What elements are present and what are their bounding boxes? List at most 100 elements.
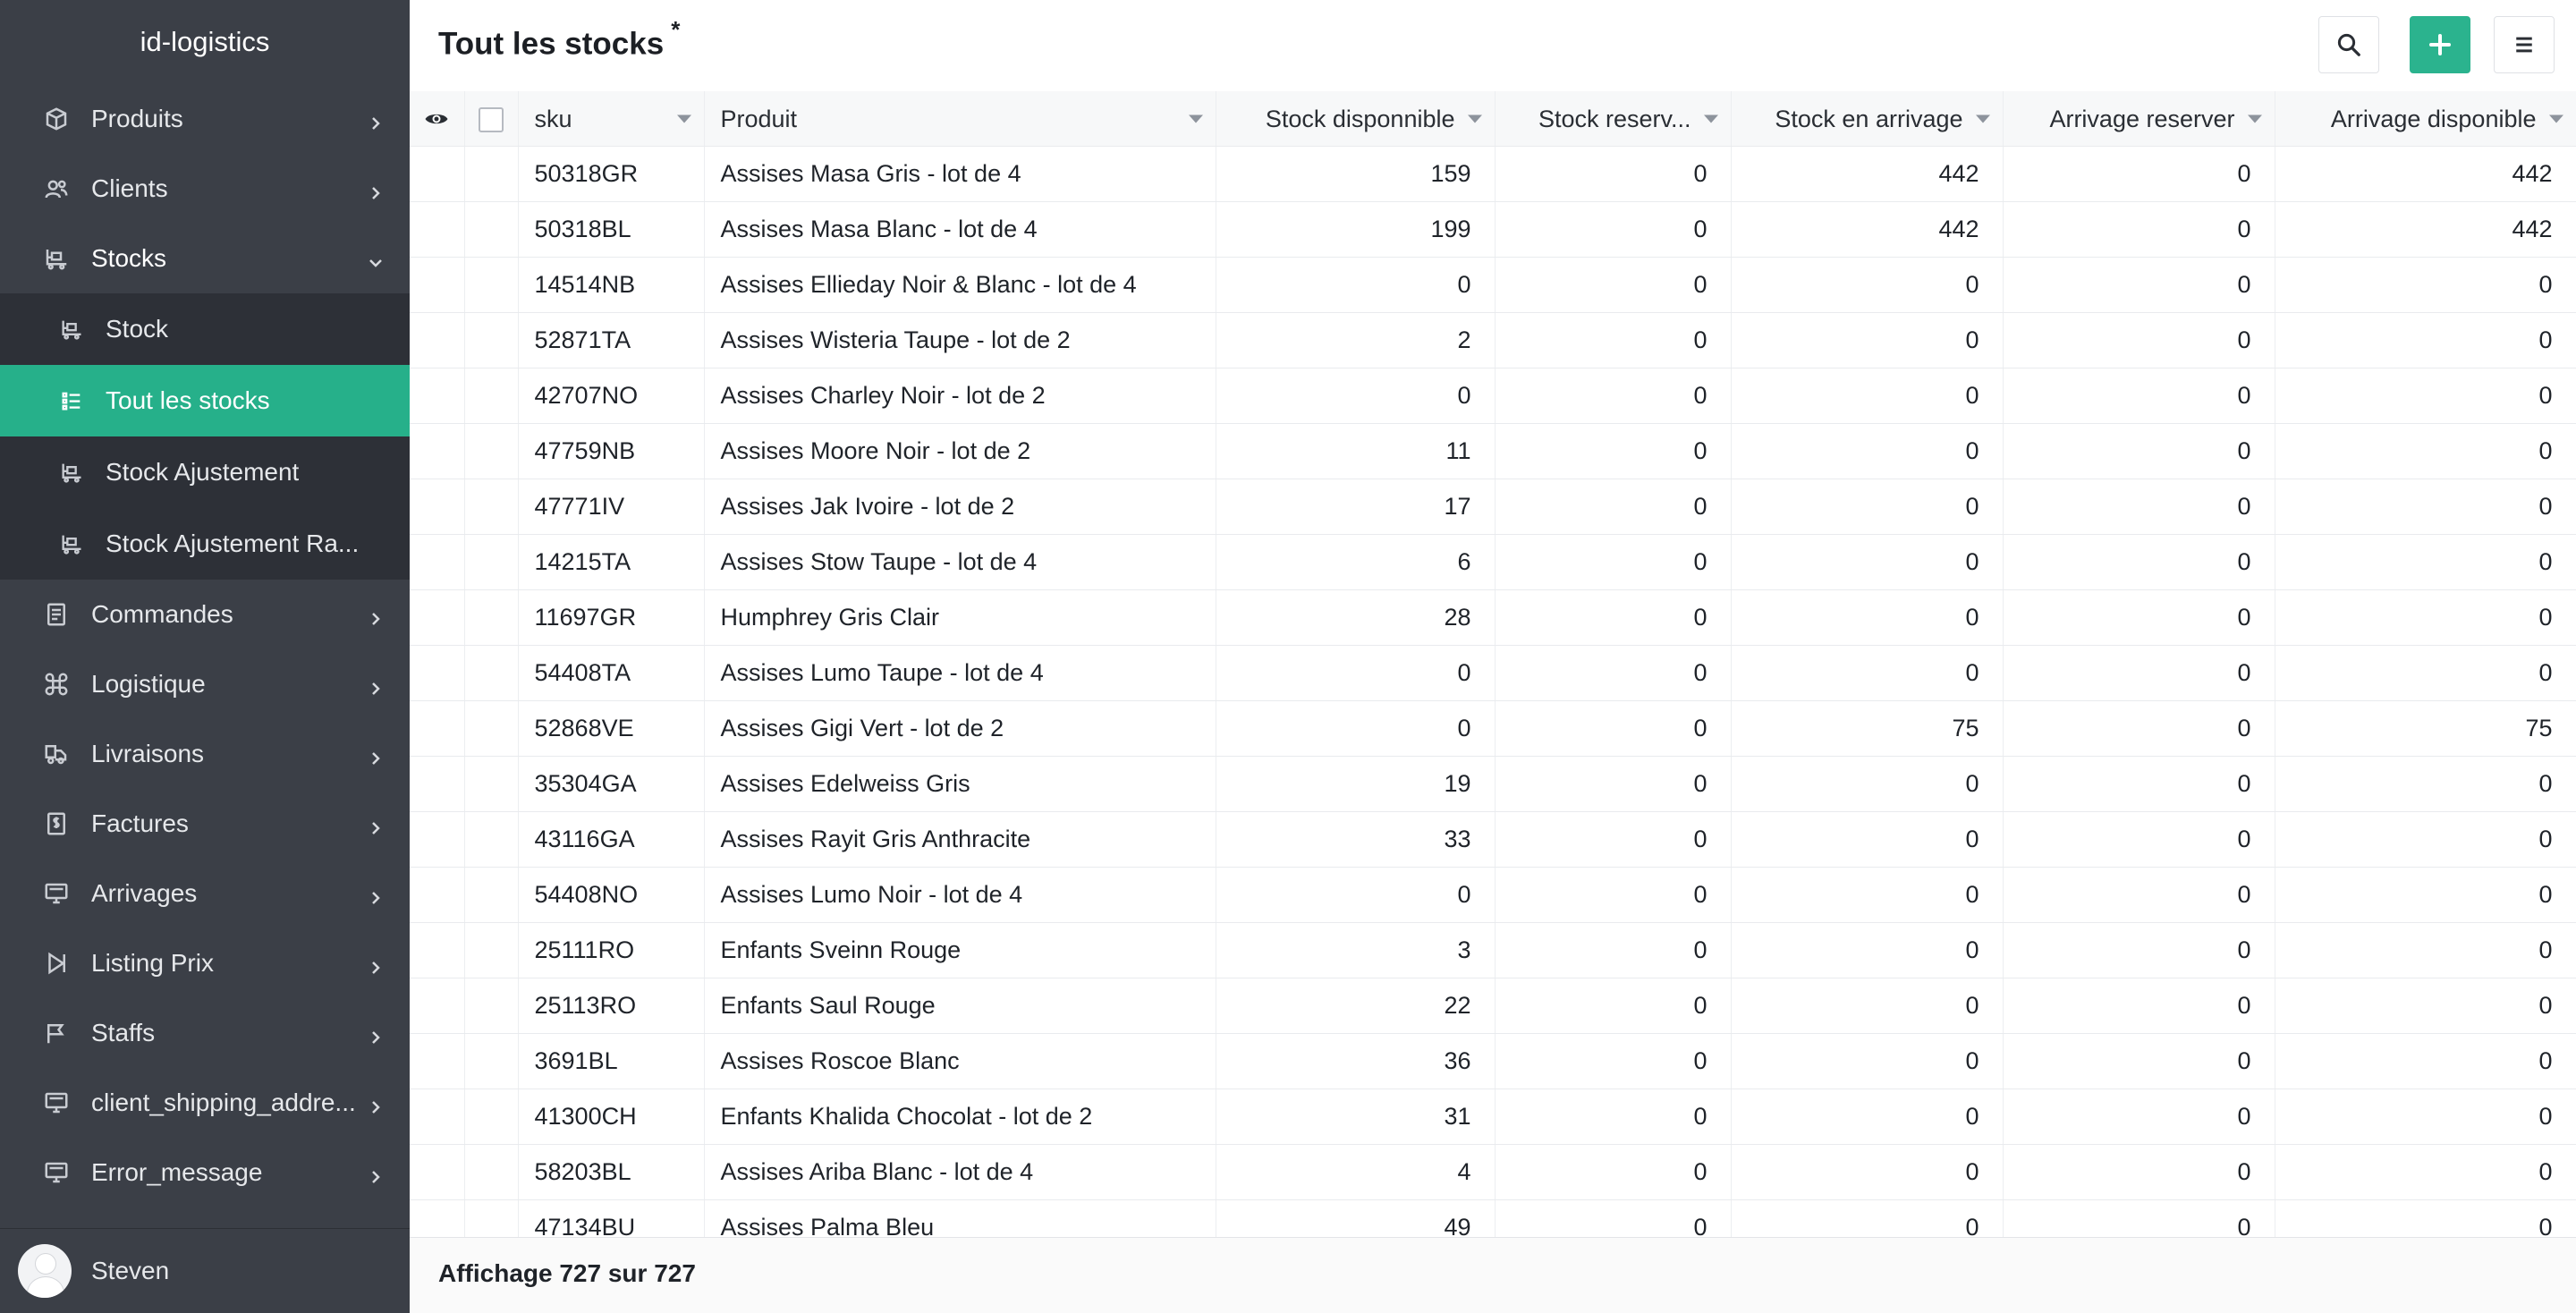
column-header-stock-disponnible[interactable]: Stock disponnible (1216, 91, 1496, 147)
cell-stock-reserv: 0 (1495, 257, 1732, 313)
sort-caret-icon[interactable] (2548, 114, 2563, 123)
sort-caret-icon[interactable] (1467, 114, 1482, 123)
row-visibility-cell (410, 201, 465, 258)
column-header-arrivage-reserver[interactable]: Arrivage reserver (2003, 91, 2275, 147)
column-header-arrivage-disponible[interactable]: Arrivage disponible (2275, 91, 2576, 147)
row-select-cell[interactable] (464, 312, 519, 368)
brand-logo[interactable]: id-logistics (0, 0, 410, 84)
checkbox[interactable] (479, 106, 504, 132)
column-header-stock-reserv[interactable]: Stock reserv... (1495, 91, 1732, 147)
column-header-stock-en-arrivage[interactable]: Stock en arrivage (1731, 91, 2004, 147)
table-row[interactable]: 58203BL Assises Ariba Blanc - lot de 4400… (410, 1144, 2576, 1200)
command-icon (41, 669, 72, 699)
column-header-sku[interactable]: sku (518, 91, 705, 147)
sidebar-item-arrivages[interactable]: Arrivages (0, 859, 410, 928)
table-row[interactable]: 11697GR Humphrey Gris Clair 28 0 0 0 0 (410, 589, 2576, 646)
add-button[interactable] (2410, 16, 2470, 73)
sidebar-item-factures[interactable]: Factures (0, 789, 410, 859)
table-row[interactable]: 25111RO Enfants Sveinn Rouge 3 0 0 0 0 (410, 922, 2576, 978)
cell-stock-en-arrivage: 0 (1731, 1089, 2004, 1145)
sidebar-item-staffs[interactable]: Staffs (0, 998, 410, 1068)
hamburger-icon (2516, 37, 2532, 53)
sidebar-item-produits[interactable]: Produits (0, 84, 410, 154)
table-row[interactable]: 52868VE Assises Gigi Vert - lot de 2 0 0 75 0… (410, 700, 2576, 757)
row-select-cell[interactable] (464, 1144, 519, 1200)
sort-caret-icon[interactable] (1188, 114, 1203, 123)
table-row[interactable]: 47771IV Assises Jak Ivoire - lot de 2 17 0 0… (410, 479, 2576, 535)
cell-arrivage-reserver: 0 (2003, 922, 2275, 978)
sidebar-item-client-shipping-addre[interactable]: client_shipping_addre... (0, 1068, 410, 1138)
cell-stock-reserv: 0 (1495, 201, 1732, 258)
row-select-cell[interactable] (464, 257, 519, 313)
cell-stock-disponnible: 22 (1216, 978, 1496, 1034)
row-select-cell[interactable] (464, 479, 519, 535)
sidebar-item-commandes[interactable]: Commandes (0, 580, 410, 649)
row-select-cell[interactable] (464, 867, 519, 923)
sidebar-subitem-stock-ajustement[interactable]: Stock Ajustement (0, 436, 410, 508)
sidebar-subitem-stock-ajustement-ra[interactable]: Stock Ajustement Ra... (0, 508, 410, 580)
table-row[interactable]: 3691BL Assises Roscoe Blanc 36 0 0 0 0 (410, 1033, 2576, 1089)
table-row[interactable]: 54408TA Assises Lumo Taupe - lot de 40000… (410, 645, 2576, 701)
table-row[interactable]: 50318BL Assises Masa Blanc - lot de 4 199 0… (410, 201, 2576, 258)
sidebar-item-stocks[interactable]: Stocks (0, 224, 410, 293)
row-select-cell[interactable] (464, 645, 519, 701)
row-select-cell[interactable] (464, 1199, 519, 1238)
row-select-cell[interactable] (464, 423, 519, 479)
sort-caret-icon[interactable] (1703, 114, 1718, 123)
table-row[interactable]: 42707NO Assises Charley Noir - lot de 200… (410, 368, 2576, 424)
sidebar-subitem-stock[interactable]: Stock (0, 293, 410, 365)
cell-stock-disponnible: 0 (1216, 368, 1496, 424)
cell-stock-en-arrivage: 0 (1731, 1199, 2004, 1238)
table-row[interactable]: 25113RO Enfants Saul Rouge 22 0 0 0 0 (410, 978, 2576, 1034)
sidebar-item-livraisons[interactable]: Livraisons (0, 719, 410, 789)
sidebar-item-logistique[interactable]: Logistique (0, 649, 410, 719)
sidebar-item-listing-prix[interactable]: Listing Prix (0, 928, 410, 998)
row-select-cell[interactable] (464, 978, 519, 1034)
sidebar-item-label: Commandes (91, 600, 233, 628)
row-select-cell[interactable] (464, 922, 519, 978)
row-select-cell[interactable] (464, 1089, 519, 1145)
table-row[interactable]: 35304GA Assises Edelweiss Gris 19 0 0 0 0 (410, 756, 2576, 812)
table-row[interactable]: 50318GR Assises Masa Gris - lot de 4 159 0 4… (410, 146, 2576, 202)
row-select-cell[interactable] (464, 700, 519, 757)
cell-stock-reserv: 0 (1495, 978, 1732, 1034)
sort-caret-icon[interactable] (2247, 114, 2262, 123)
avatar[interactable] (18, 1244, 72, 1298)
column-visibility-toggle[interactable] (410, 91, 465, 147)
select-all-checkbox[interactable] (464, 91, 519, 147)
cell-arrivage-disponible: 0 (2275, 1199, 2576, 1238)
sidebar-item-clients[interactable]: Clients (0, 154, 410, 224)
row-select-cell[interactable] (464, 589, 519, 646)
column-header-produit[interactable]: Produit (704, 91, 1216, 147)
cell-sku: 54408TA (518, 645, 705, 701)
sidebar-item-error-message[interactable]: Error_message (0, 1138, 410, 1207)
menu-button[interactable] (2494, 16, 2555, 73)
sort-caret-icon[interactable] (1975, 114, 1990, 123)
cell-stock-en-arrivage: 0 (1731, 534, 2004, 590)
row-visibility-cell (410, 645, 465, 701)
table-row[interactable]: 41300CH Enfants Khalida Chocolat - lot de… (410, 1089, 2576, 1145)
row-visibility-cell (410, 146, 465, 202)
search-button[interactable] (2318, 16, 2379, 73)
row-select-cell[interactable] (464, 756, 519, 812)
chevron-right-icon (367, 815, 385, 834)
table-row[interactable]: 52871TA Assises Wisteria Taupe - lot de 2… (410, 312, 2576, 368)
table-row[interactable]: 14215TA Assises Stow Taupe - lot de 46000… (410, 534, 2576, 590)
monitor-icon (41, 878, 72, 909)
user-profile[interactable]: Steven (0, 1228, 410, 1313)
row-select-cell[interactable] (464, 534, 519, 590)
row-select-cell[interactable] (464, 1033, 519, 1089)
sidebar-subitem-tout-les-stocks[interactable]: Tout les stocks (0, 365, 410, 436)
sort-caret-icon[interactable] (676, 114, 691, 123)
table-row[interactable]: 47759NB Assises Moore Noir - lot de 2 11 0 0… (410, 423, 2576, 479)
table-row[interactable]: 43116GA Assises Rayit Gris Anthracite 33 0 0… (410, 811, 2576, 868)
sidebar-item-label: Arrivages (91, 879, 198, 907)
row-select-cell[interactable] (464, 201, 519, 258)
table-row[interactable]: 47134BU Assises Palma Bleu 49 0 0 0 0 (410, 1199, 2576, 1238)
cell-stock-en-arrivage: 442 (1731, 201, 2004, 258)
row-select-cell[interactable] (464, 368, 519, 424)
row-select-cell[interactable] (464, 146, 519, 202)
table-row[interactable]: 54408NO Assises Lumo Noir - lot de 400000 (410, 867, 2576, 923)
row-select-cell[interactable] (464, 811, 519, 868)
table-row[interactable]: 14514NB Assises Ellieday Noir & Blanc - l… (410, 257, 2576, 313)
